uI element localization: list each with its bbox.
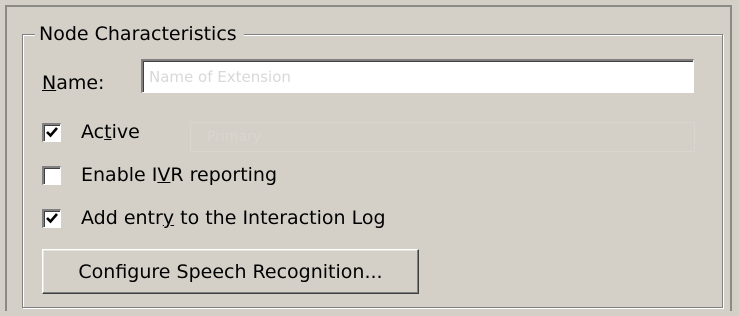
disabled-field: Primary: [190, 122, 695, 152]
log-label-start: Add entr: [81, 207, 163, 229]
name-label: Name:: [42, 70, 104, 96]
checkmark-icon: [46, 212, 58, 223]
active-label-end: ive: [111, 121, 140, 143]
name-input[interactable]: [141, 59, 694, 93]
configure-speech-recognition-button[interactable]: Configure Speech Recognition...: [42, 249, 419, 294]
active-checkbox[interactable]: [42, 122, 61, 142]
active-checkbox-row[interactable]: Active: [42, 118, 140, 146]
interaction-log-checkbox[interactable]: [42, 208, 61, 228]
ivr-label-mnemonic: V: [157, 164, 171, 186]
ivr-reporting-label: Enable IVR reporting: [81, 162, 277, 188]
name-label-mnemonic: N: [42, 72, 57, 94]
interaction-log-label: Add entry to the Interaction Log: [81, 205, 386, 231]
checkmark-icon: [46, 126, 58, 137]
active-label-start: Ac: [81, 121, 105, 143]
log-label-mnemonic: y: [162, 207, 175, 229]
name-label-rest: ame:: [56, 72, 105, 94]
interaction-log-checkbox-row[interactable]: Add entry to the Interaction Log: [42, 204, 386, 232]
active-label: Active: [81, 119, 140, 145]
ivr-label-start: Enable I: [81, 164, 158, 186]
ivr-reporting-checkbox[interactable]: [42, 165, 61, 185]
ivr-reporting-checkbox-row[interactable]: Enable IVR reporting: [42, 161, 277, 189]
log-label-end: to the Interaction Log: [174, 207, 386, 229]
active-label-mnemonic: t: [104, 121, 112, 143]
groupbox-title: Node Characteristics: [35, 21, 244, 47]
ivr-label-end: R reporting: [170, 164, 278, 186]
